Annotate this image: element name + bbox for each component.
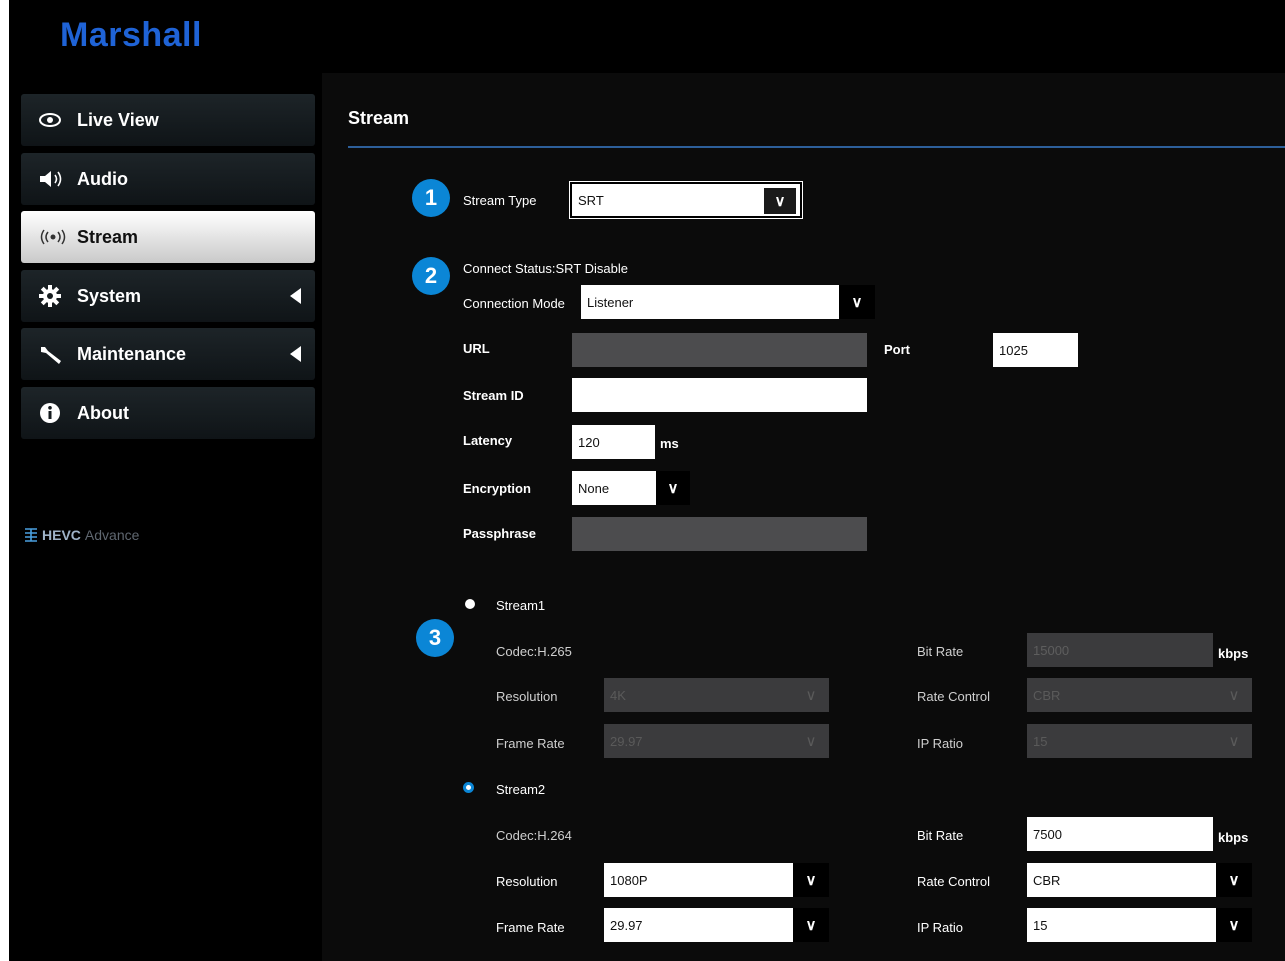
encryption-label: Encryption (463, 481, 531, 496)
latency-input[interactable]: 120 (572, 425, 655, 459)
sidebar-item-about[interactable]: About (21, 387, 315, 439)
sidebar-item-audio[interactable]: Audio (21, 153, 315, 205)
stream2-bitrate-label: Bit Rate (917, 828, 964, 843)
sidebar-item-maintenance[interactable]: Maintenance (21, 328, 315, 380)
stream-id-input[interactable] (572, 378, 867, 412)
stream1-rate-control-label: Rate Control (917, 689, 990, 704)
stream1-codec: Codec:H.265 (496, 644, 572, 659)
passphrase-label: Passphrase (463, 526, 536, 541)
chevron-down-icon: ∨ (793, 678, 829, 712)
connection-mode-label: Connection Mode (463, 296, 565, 311)
chevron-down-icon: ∨ (1216, 908, 1252, 942)
stream1-rate-control-select[interactable]: CBR ∨ (1027, 678, 1252, 712)
page-title: Stream (348, 108, 410, 128)
stream1-radio[interactable] (465, 599, 475, 609)
stream1-bitrate-unit: kbps (1218, 646, 1249, 661)
chevron-down-icon: ∨ (1216, 678, 1252, 712)
chevron-down-icon: ∨ (793, 908, 829, 942)
encryption-select[interactable]: None ∨ (572, 471, 690, 505)
stream2-ip-ratio-label: IP Ratio (917, 920, 964, 935)
connect-status-text: Connect Status:SRT Disable (463, 261, 628, 276)
callout-badge-3: 3 (416, 619, 454, 657)
stream2-bitrate-input[interactable]: 7500 (1027, 817, 1213, 851)
gear-icon (39, 285, 67, 307)
stream-type-label: Stream Type (463, 193, 537, 208)
chevron-down-icon: ∨ (793, 724, 829, 758)
stream1-label: Stream1 (496, 598, 546, 613)
stream2-ip-ratio-select[interactable]: 15 ∨ (1027, 908, 1252, 942)
stream-type-select[interactable]: SRT ∨ (569, 181, 803, 219)
stream2-radio[interactable] (463, 782, 474, 793)
sidebar-item-label: Stream (77, 226, 139, 247)
chevron-down-icon: ∨ (764, 188, 796, 214)
wrench-icon (39, 343, 67, 365)
stream1-bitrate-label: Bit Rate (917, 644, 964, 659)
port-label: Port (884, 342, 910, 357)
connection-mode-select[interactable]: Listener ∨ (581, 285, 875, 319)
sidebar-item-label: Live View (77, 109, 159, 130)
latency-label: Latency (463, 433, 513, 448)
speaker-icon (39, 170, 67, 188)
stream1-frame-rate-select[interactable]: 29.97 ∨ (604, 724, 829, 758)
chevron-down-icon: ∨ (839, 285, 875, 319)
info-icon (39, 402, 67, 424)
eye-icon (39, 113, 67, 127)
stream-id-label: Stream ID (463, 388, 524, 403)
stream2-codec: Codec:H.264 (496, 828, 572, 843)
url-label: URL (463, 341, 490, 356)
chevron-down-icon: ∨ (1216, 724, 1252, 758)
sidebar-item-label: Audio (77, 168, 128, 189)
stream1-bitrate-input[interactable]: 15000 (1027, 633, 1213, 667)
expand-left-icon (290, 288, 301, 304)
port-input[interactable]: 1025 (993, 333, 1078, 367)
stream2-bitrate-unit: kbps (1218, 830, 1249, 845)
sidebar-item-live-view[interactable]: Live View (21, 94, 315, 146)
title-divider (348, 146, 1285, 148)
chevron-down-icon: ∨ (1216, 863, 1252, 897)
sidebar-item-label: Maintenance (77, 343, 187, 364)
broadcast-icon (39, 229, 67, 245)
sidebar-item-label: System (77, 285, 142, 306)
stream1-ip-ratio-select[interactable]: 15 ∨ (1027, 724, 1252, 758)
chevron-down-icon: ∨ (656, 471, 690, 505)
expand-left-icon (290, 346, 301, 362)
passphrase-input[interactable] (572, 517, 867, 551)
url-input[interactable] (572, 333, 867, 367)
sidebar-item-system[interactable]: System (21, 270, 315, 322)
latency-unit: ms (660, 436, 679, 451)
callout-badge-1: 1 (412, 179, 450, 217)
hevc-advance-logo: HEVC Advance (24, 527, 139, 543)
stream2-rate-control-label: Rate Control (917, 874, 990, 889)
stream2-rate-control-select[interactable]: CBR ∨ (1027, 863, 1252, 897)
stream1-resolution-label: Resolution (496, 689, 558, 704)
stream1-ip-ratio-label: IP Ratio (917, 736, 964, 751)
hevc-icon (25, 528, 37, 542)
stream2-resolution-select[interactable]: 1080P ∨ (604, 863, 829, 897)
stream1-resolution-select[interactable]: 4K ∨ (604, 678, 829, 712)
chevron-down-icon: ∨ (793, 863, 829, 897)
sidebar-item-label: About (77, 402, 129, 423)
sidebar-item-stream[interactable]: Stream (21, 211, 315, 263)
stream2-frame-rate-select[interactable]: 29.97 ∨ (604, 908, 829, 942)
marshall-logo: Marshall (60, 16, 202, 54)
stream1-frame-rate-label: Frame Rate (496, 736, 565, 751)
stream2-frame-rate-label: Frame Rate (496, 920, 565, 935)
stream2-label: Stream2 (496, 782, 546, 797)
callout-badge-2: 2 (412, 257, 450, 295)
stream2-resolution-label: Resolution (496, 874, 558, 889)
